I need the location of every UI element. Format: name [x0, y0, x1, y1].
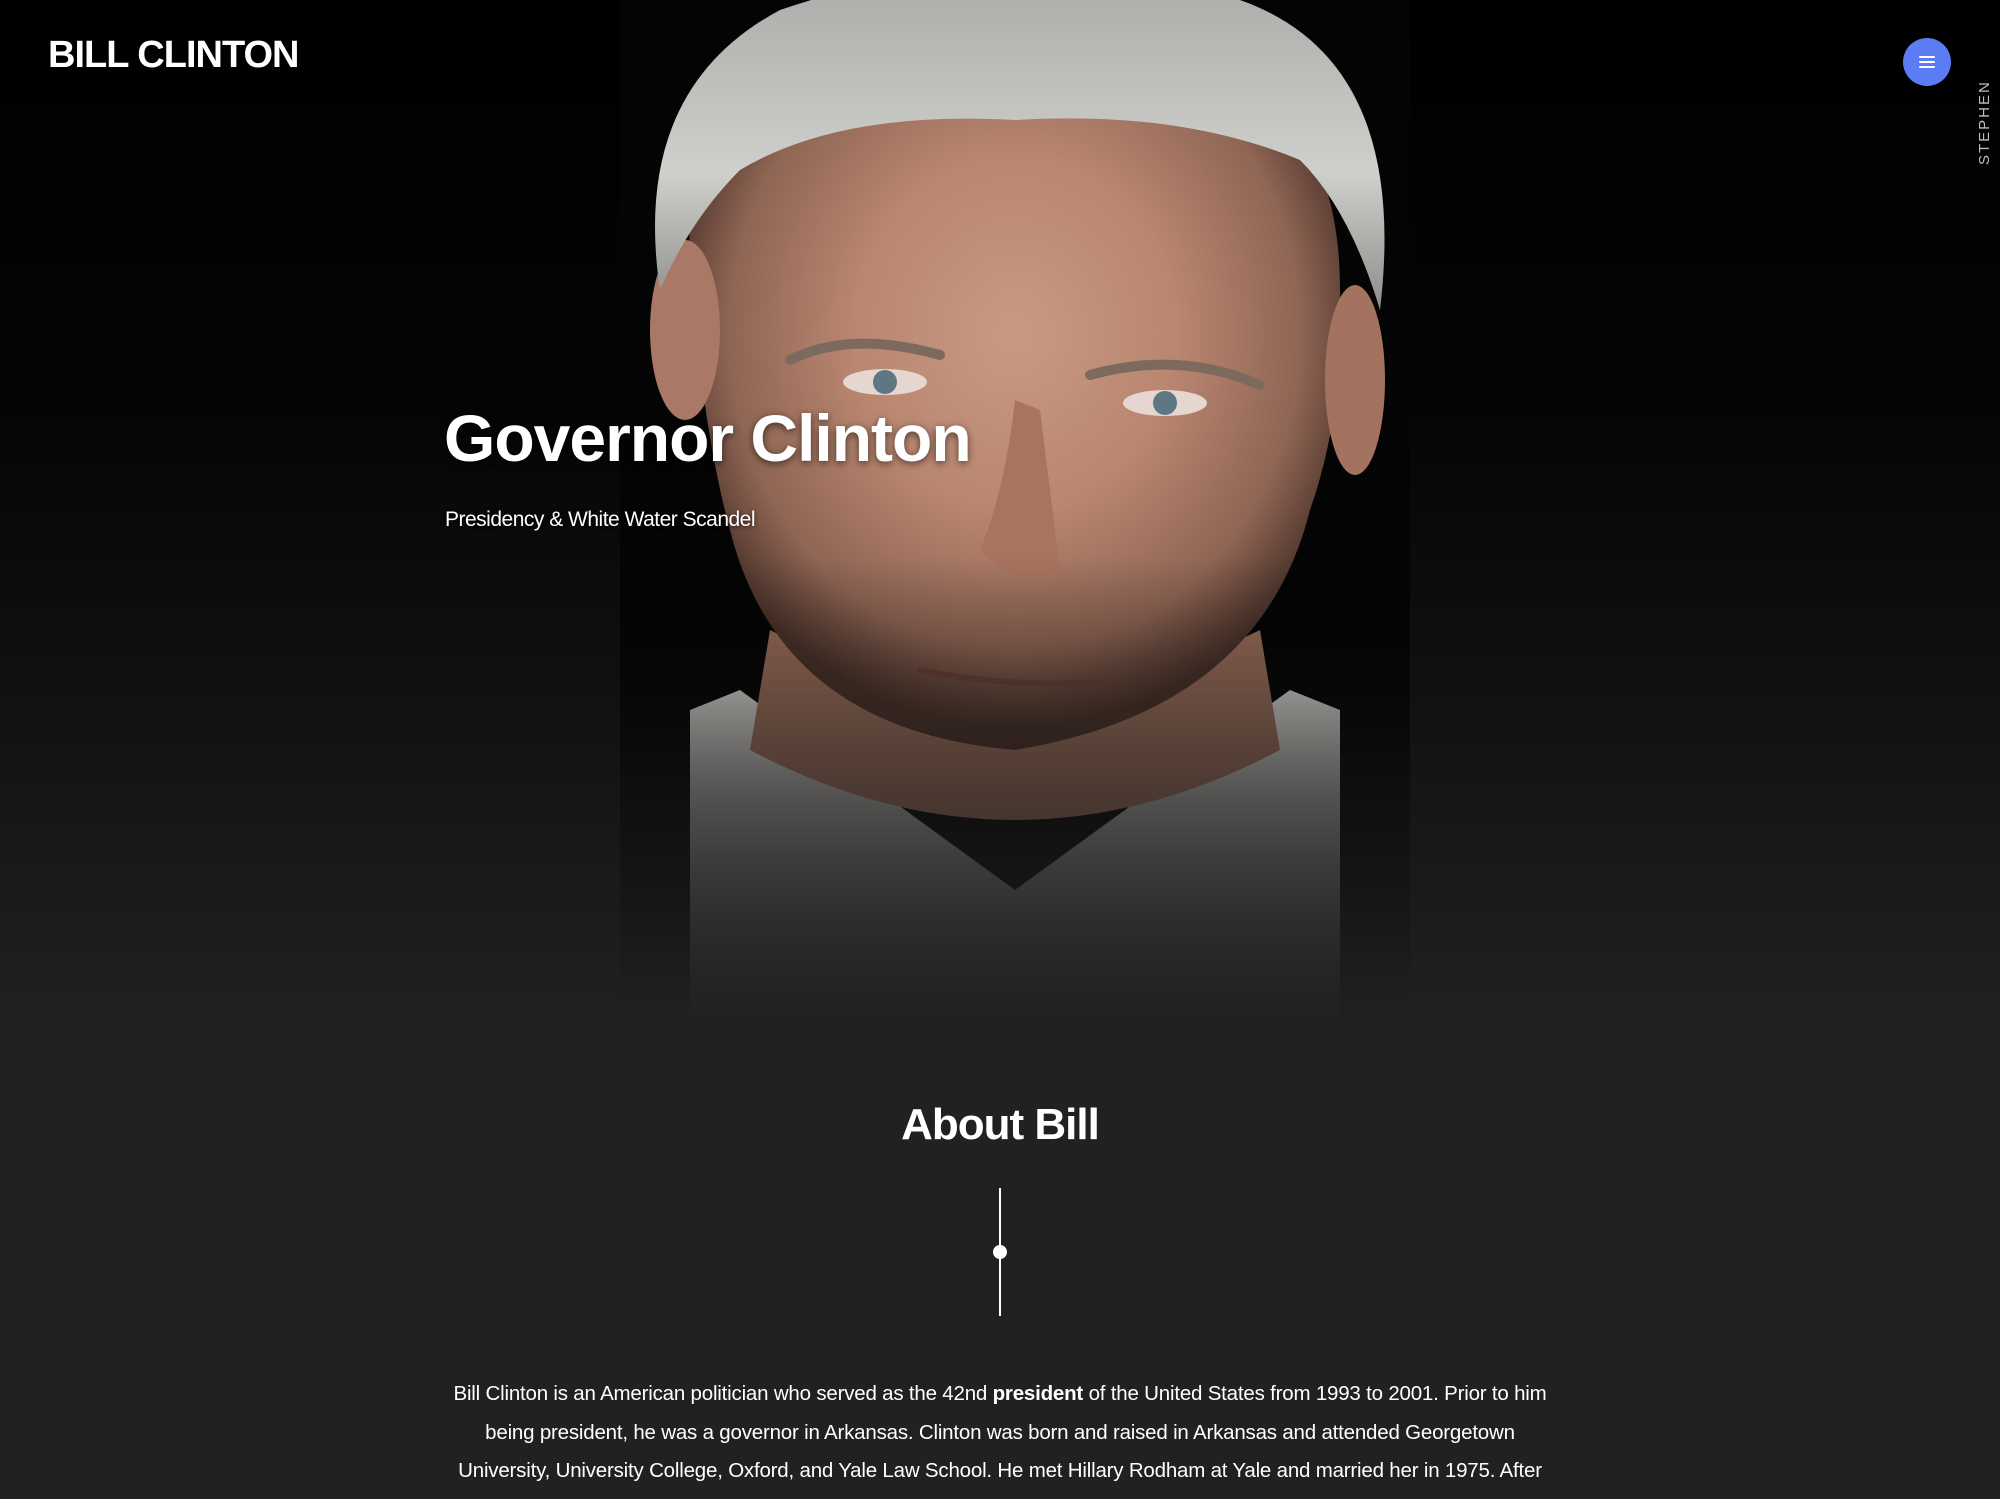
about-section-title: About Bill — [901, 1100, 1100, 1149]
page: BILL CLINTON STEPHEN JAFFE/AFP Governor … — [0, 0, 2000, 1499]
hero-section: BILL CLINTON STEPHEN JAFFE/AFP Governor … — [0, 0, 2000, 1030]
about-text-part1: Bill Clinton is an American politician w… — [453, 1382, 993, 1405]
site-logo[interactable]: BILL CLINTON — [48, 34, 299, 77]
divider-dot — [993, 1245, 1007, 1259]
hero-title: Governor Clinton — [444, 401, 972, 475]
section-divider — [992, 1188, 1008, 1316]
photo-credit: STEPHEN JAFFE/AFP — [1976, 80, 1993, 165]
hamburger-menu-icon — [1919, 56, 1935, 68]
hero-subtitle: Presidency & White Water Scandel — [445, 508, 756, 531]
menu-button[interactable] — [1903, 38, 1951, 86]
about-text-bold: president — [992, 1382, 1084, 1405]
about-paragraph: Bill Clinton is an American politician w… — [440, 1375, 1560, 1491]
